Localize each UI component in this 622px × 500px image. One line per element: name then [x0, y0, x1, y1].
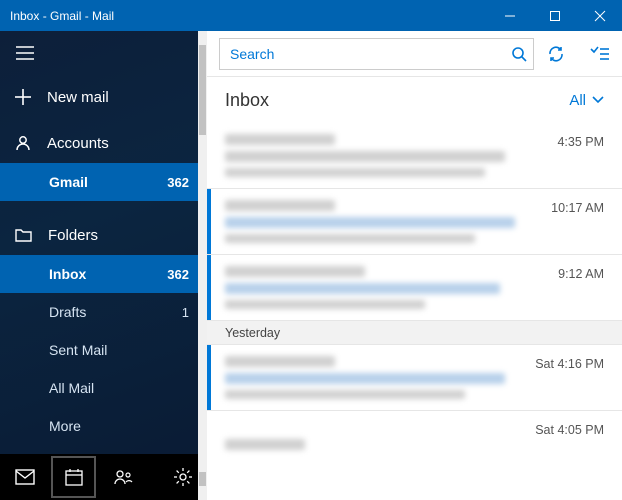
message-subject: [225, 217, 515, 228]
search-placeholder: Search: [230, 46, 511, 62]
maximize-button[interactable]: [532, 0, 577, 31]
folder-label: Inbox: [49, 266, 86, 282]
message-sender: [225, 356, 335, 367]
message-time: Sat 4:16 PM: [535, 357, 604, 371]
search-row: Search: [207, 31, 622, 77]
folder-count: 1: [182, 305, 189, 320]
message-time: Sat 4:05 PM: [535, 423, 604, 437]
person-icon: [15, 135, 31, 151]
new-mail-button[interactable]: New mail: [0, 75, 207, 119]
calendar-app-icon[interactable]: [49, 454, 98, 500]
window-title: Inbox - Gmail - Mail: [10, 9, 487, 23]
select-mode-button[interactable]: [578, 31, 622, 77]
day-separator: Yesterday: [207, 321, 622, 345]
accounts-header[interactable]: Accounts: [0, 123, 207, 163]
list-header: Inbox All: [207, 77, 622, 123]
message-item[interactable]: 4:35 PM: [207, 123, 622, 189]
message-item[interactable]: 9:12 AM: [207, 255, 622, 321]
folder-title: Inbox: [225, 90, 269, 111]
scrollbar-thumb[interactable]: [199, 45, 206, 135]
account-gmail[interactable]: Gmail 362: [0, 163, 207, 201]
minimize-button[interactable]: [487, 0, 532, 31]
folder-inbox[interactable]: Inbox 362: [0, 255, 207, 293]
people-icon: [113, 469, 133, 485]
select-list-icon: [590, 46, 610, 62]
message-sender: [225, 200, 335, 211]
close-button[interactable]: [577, 0, 622, 31]
accounts-label: Accounts: [47, 135, 109, 152]
folder-drafts[interactable]: Drafts 1: [0, 293, 207, 331]
folder-label: More: [49, 418, 81, 434]
calendar-icon: [65, 468, 83, 486]
message-item[interactable]: Sat 4:05 PM: [207, 411, 622, 477]
message-item[interactable]: 10:17 AM: [207, 189, 622, 255]
message-time: 9:12 AM: [558, 267, 604, 281]
search-icon: [511, 46, 527, 62]
message-sender: [225, 439, 305, 450]
message-preview: [225, 234, 475, 243]
sidebar: New mail Accounts Gmail 362 Folders Inbo…: [0, 31, 207, 500]
account-name: Gmail: [49, 174, 88, 190]
message-time: 10:17 AM: [551, 201, 604, 215]
folders-label: Folders: [48, 227, 98, 244]
chevron-down-icon: [592, 96, 604, 104]
folder-label: All Mail: [49, 380, 94, 396]
bottom-bar: [0, 454, 207, 500]
folders-header[interactable]: Folders: [0, 215, 207, 255]
envelope-icon: [15, 469, 35, 485]
people-app-icon[interactable]: [98, 454, 147, 500]
message-preview: [225, 390, 465, 399]
folder-count: 362: [167, 267, 189, 282]
message-sender: [225, 134, 335, 145]
message-subject: [225, 373, 505, 384]
new-mail-label: New mail: [47, 89, 109, 106]
message-time: 4:35 PM: [557, 135, 604, 149]
folder-more[interactable]: More: [0, 407, 207, 445]
title-bar: Inbox - Gmail - Mail: [0, 0, 622, 31]
plus-icon: [15, 89, 31, 105]
hamburger-button[interactable]: [0, 31, 49, 75]
message-subject: [225, 151, 505, 162]
message-subject: [225, 283, 500, 294]
filter-label: All: [569, 92, 586, 109]
content-pane: Search Inbox All 4:35 PM: [207, 31, 622, 500]
mail-app-icon[interactable]: [0, 454, 49, 500]
message-sender: [225, 266, 365, 277]
message-preview: [225, 300, 425, 309]
folder-sent-mail[interactable]: Sent Mail: [0, 331, 207, 369]
account-count: 362: [167, 175, 189, 190]
message-preview: [225, 168, 485, 177]
sync-button[interactable]: [534, 31, 578, 77]
filter-dropdown[interactable]: All: [569, 92, 604, 109]
scrollbar[interactable]: [198, 31, 207, 500]
message-item[interactable]: Sat 4:16 PM: [207, 345, 622, 411]
search-input[interactable]: Search: [219, 38, 534, 70]
gear-icon: [174, 468, 192, 486]
folder-icon: [15, 228, 32, 242]
folder-label: Drafts: [49, 304, 86, 320]
scrollbar-down[interactable]: [199, 472, 206, 486]
sync-icon: [546, 44, 566, 64]
folder-label: Sent Mail: [49, 342, 107, 358]
folder-all-mail[interactable]: All Mail: [0, 369, 207, 407]
